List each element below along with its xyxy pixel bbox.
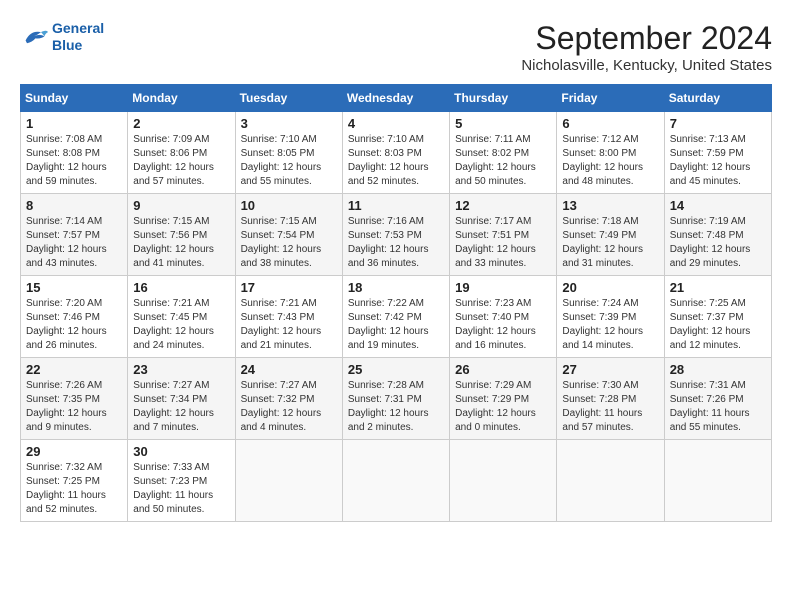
header-monday: Monday xyxy=(128,85,235,112)
calendar-day-1: 1Sunrise: 7:08 AMSunset: 8:08 PMDaylight… xyxy=(21,112,128,194)
header-tuesday: Tuesday xyxy=(235,85,342,112)
calendar-day-10: 10Sunrise: 7:15 AMSunset: 7:54 PMDayligh… xyxy=(235,194,342,276)
header-friday: Friday xyxy=(557,85,664,112)
location-subtitle: Nicholasville, Kentucky, United States xyxy=(521,57,772,74)
calendar-day-16: 16Sunrise: 7:21 AMSunset: 7:45 PMDayligh… xyxy=(128,276,235,358)
calendar-day-21: 21Sunrise: 7:25 AMSunset: 7:37 PMDayligh… xyxy=(664,276,771,358)
month-year-title: September 2024 xyxy=(521,20,772,57)
calendar-day-empty-w4d2 xyxy=(235,440,342,522)
calendar-day-26: 26Sunrise: 7:29 AMSunset: 7:29 PMDayligh… xyxy=(450,358,557,440)
calendar-day-empty-w4d6 xyxy=(664,440,771,522)
logo-bird-icon xyxy=(20,26,48,48)
calendar-day-24: 24Sunrise: 7:27 AMSunset: 7:32 PMDayligh… xyxy=(235,358,342,440)
page-header: General Blue September 2024 Nicholasvill… xyxy=(20,20,772,74)
calendar-day-4: 4Sunrise: 7:10 AMSunset: 8:03 PMDaylight… xyxy=(342,112,449,194)
calendar-day-28: 28Sunrise: 7:31 AMSunset: 7:26 PMDayligh… xyxy=(664,358,771,440)
calendar-day-3: 3Sunrise: 7:10 AMSunset: 8:05 PMDaylight… xyxy=(235,112,342,194)
calendar-table: Sunday Monday Tuesday Wednesday Thursday… xyxy=(20,84,772,522)
calendar-day-2: 2Sunrise: 7:09 AMSunset: 8:06 PMDaylight… xyxy=(128,112,235,194)
title-section: September 2024 Nicholasville, Kentucky, … xyxy=(521,20,772,74)
calendar-day-11: 11Sunrise: 7:16 AMSunset: 7:53 PMDayligh… xyxy=(342,194,449,276)
calendar-day-25: 25Sunrise: 7:28 AMSunset: 7:31 PMDayligh… xyxy=(342,358,449,440)
calendar-week-2: 8Sunrise: 7:14 AMSunset: 7:57 PMDaylight… xyxy=(21,194,772,276)
calendar-day-18: 18Sunrise: 7:22 AMSunset: 7:42 PMDayligh… xyxy=(342,276,449,358)
calendar-day-7: 7Sunrise: 7:13 AMSunset: 7:59 PMDaylight… xyxy=(664,112,771,194)
calendar-week-5: 29Sunrise: 7:32 AMSunset: 7:25 PMDayligh… xyxy=(21,440,772,522)
calendar-day-empty-w4d4 xyxy=(450,440,557,522)
calendar-day-13: 13Sunrise: 7:18 AMSunset: 7:49 PMDayligh… xyxy=(557,194,664,276)
calendar-day-12: 12Sunrise: 7:17 AMSunset: 7:51 PMDayligh… xyxy=(450,194,557,276)
calendar-day-15: 15Sunrise: 7:20 AMSunset: 7:46 PMDayligh… xyxy=(21,276,128,358)
calendar-day-5: 5Sunrise: 7:11 AMSunset: 8:02 PMDaylight… xyxy=(450,112,557,194)
calendar-day-29: 29Sunrise: 7:32 AMSunset: 7:25 PMDayligh… xyxy=(21,440,128,522)
calendar-day-27: 27Sunrise: 7:30 AMSunset: 7:28 PMDayligh… xyxy=(557,358,664,440)
calendar-week-1: 1Sunrise: 7:08 AMSunset: 8:08 PMDaylight… xyxy=(21,112,772,194)
header-saturday: Saturday xyxy=(664,85,771,112)
calendar-week-3: 15Sunrise: 7:20 AMSunset: 7:46 PMDayligh… xyxy=(21,276,772,358)
calendar-day-17: 17Sunrise: 7:21 AMSunset: 7:43 PMDayligh… xyxy=(235,276,342,358)
logo-text: General Blue xyxy=(52,20,104,54)
calendar-day-20: 20Sunrise: 7:24 AMSunset: 7:39 PMDayligh… xyxy=(557,276,664,358)
calendar-day-8: 8Sunrise: 7:14 AMSunset: 7:57 PMDaylight… xyxy=(21,194,128,276)
header-sunday: Sunday xyxy=(21,85,128,112)
calendar-day-22: 22Sunrise: 7:26 AMSunset: 7:35 PMDayligh… xyxy=(21,358,128,440)
calendar-day-empty-w4d3 xyxy=(342,440,449,522)
calendar-header-row: Sunday Monday Tuesday Wednesday Thursday… xyxy=(21,85,772,112)
calendar-day-6: 6Sunrise: 7:12 AMSunset: 8:00 PMDaylight… xyxy=(557,112,664,194)
calendar-day-23: 23Sunrise: 7:27 AMSunset: 7:34 PMDayligh… xyxy=(128,358,235,440)
calendar-day-empty-w4d5 xyxy=(557,440,664,522)
calendar-day-19: 19Sunrise: 7:23 AMSunset: 7:40 PMDayligh… xyxy=(450,276,557,358)
calendar-day-30: 30Sunrise: 7:33 AMSunset: 7:23 PMDayligh… xyxy=(128,440,235,522)
calendar-day-9: 9Sunrise: 7:15 AMSunset: 7:56 PMDaylight… xyxy=(128,194,235,276)
logo: General Blue xyxy=(20,20,104,54)
calendar-day-14: 14Sunrise: 7:19 AMSunset: 7:48 PMDayligh… xyxy=(664,194,771,276)
calendar-week-4: 22Sunrise: 7:26 AMSunset: 7:35 PMDayligh… xyxy=(21,358,772,440)
header-wednesday: Wednesday xyxy=(342,85,449,112)
header-thursday: Thursday xyxy=(450,85,557,112)
